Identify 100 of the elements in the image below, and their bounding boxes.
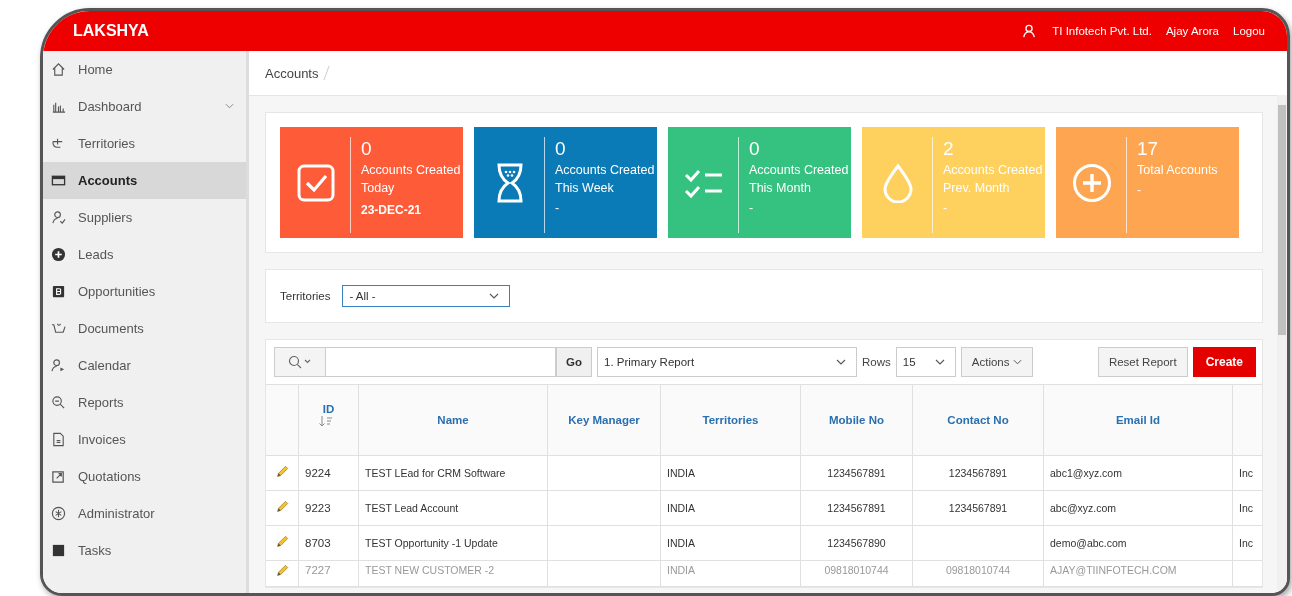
chevron-down-icon [489, 293, 500, 299]
pencil-icon[interactable] [275, 535, 289, 549]
stat-subtext: 23-DEC-21 [361, 202, 423, 219]
sidebar-item[interactable]: Documents [43, 310, 246, 347]
sidebar-item[interactable]: Accounts [43, 162, 246, 199]
stat-value: 0 [749, 137, 761, 161]
person-icon [51, 210, 66, 225]
search-icon [288, 355, 312, 369]
table-cell: INDIA [667, 502, 695, 514]
user-icon[interactable] [1022, 24, 1037, 38]
column-header[interactable]: Key Manager [547, 384, 661, 456]
stat-value: 2 [943, 137, 955, 161]
reset-report-button[interactable]: Reset Report [1097, 347, 1188, 377]
sidebar-item[interactable]: Suppliers [43, 199, 246, 236]
sidebar-item[interactable]: Calendar [43, 347, 246, 384]
table-cell: TEST Opportunity -1 Update [365, 537, 498, 549]
stat-value: 17 [1137, 137, 1160, 161]
column-header[interactable]: ID [298, 384, 359, 456]
chevron-down-icon [225, 103, 234, 109]
column-header[interactable]: Contact No [912, 384, 1044, 456]
sidebar-item[interactable]: Quotations [43, 458, 246, 495]
table-cell: 1234567890 [827, 537, 886, 549]
breadcrumb-link[interactable]: Accounts [265, 65, 319, 81]
stat-subtext: - [943, 200, 949, 217]
external-icon [51, 469, 66, 484]
stat-subtext: - [555, 200, 561, 217]
table-cell: INDIA [667, 467, 695, 479]
table-cell: 9224 [305, 467, 331, 479]
go-button[interactable]: Go [556, 347, 592, 377]
sidebar-item[interactable]: Territories [43, 125, 246, 162]
table-cell: TEST Lead Account [365, 502, 459, 514]
stat-value: 0 [555, 137, 567, 161]
rows-select[interactable]: 15 [895, 347, 956, 377]
stat-subtext: - [1137, 182, 1143, 199]
table-cell: AJAY@TIINFOTECH.COM [1050, 564, 1177, 576]
stat-label: Accounts Created Today [361, 162, 461, 197]
scrollbar[interactable] [1277, 95, 1287, 593]
actions-button[interactable]: Actions [960, 347, 1034, 377]
table-cell: INDIA [667, 564, 695, 576]
column-header[interactable]: Email Id [1043, 384, 1233, 456]
sidebar-item[interactable]: Tasks [43, 532, 246, 569]
rows-label: Rows [862, 356, 891, 368]
column-header[interactable]: Mobile No [800, 384, 913, 456]
plus-circle-icon [51, 247, 66, 262]
territories-select[interactable]: - All - [342, 285, 511, 307]
pencil-icon[interactable] [275, 564, 289, 578]
filter-label: Territories [280, 290, 331, 302]
chevron-down-icon [1013, 359, 1023, 365]
sidebar-item[interactable]: Home [43, 51, 246, 88]
report-select[interactable]: 1. Primary Report [597, 347, 857, 377]
table-cell: 9223 [305, 502, 331, 514]
sidebar-item[interactable]: Leads [43, 236, 246, 273]
zoom-icon [51, 395, 66, 410]
user-name-link[interactable]: Ajay Arora [1165, 25, 1219, 37]
stat-subtext: - [749, 200, 755, 217]
logout-link[interactable]: Logou [1233, 25, 1265, 37]
square-icon [51, 543, 66, 558]
table-cell: 7227 [305, 564, 331, 576]
column-header[interactable]: Name [358, 384, 548, 456]
table-cell: 1234567891 [827, 502, 886, 514]
cart-icon [51, 321, 66, 336]
person-play-icon [51, 358, 66, 373]
table-cell: INDIA [667, 537, 695, 549]
stat-card[interactable]: 0 Accounts Created This Week - [474, 127, 657, 238]
check-icon [296, 163, 336, 203]
table-cell: 1234567891 [827, 467, 886, 479]
table-cell: demo@abc.com [1050, 537, 1127, 549]
table-cell: abc@xyz.com [1050, 502, 1117, 514]
sidebar-item[interactable]: Reports [43, 384, 246, 421]
asterisk-icon [51, 506, 66, 521]
search-field[interactable] [326, 347, 556, 377]
sidebar-item[interactable]: Opportunities [43, 273, 246, 310]
table-cell: Inc [1239, 467, 1253, 479]
file-icon [51, 432, 66, 447]
sidebar-item[interactable]: Dashboard [43, 88, 246, 125]
table-cell: 8703 [305, 537, 331, 549]
stat-label: Total Accounts [1137, 162, 1219, 179]
sort-descending-icon [319, 415, 333, 427]
table-cell: abc1@xyz.com [1050, 467, 1122, 479]
company-name: TI Infotech Pvt. Ltd. [1052, 25, 1152, 37]
chevron-down-icon [934, 359, 945, 365]
search-options-button[interactable] [274, 347, 326, 377]
table-cell: TEST NEW CUSTOMER -2 [365, 564, 495, 576]
sidebar-item[interactable]: Administrator [43, 495, 246, 532]
home-icon [51, 62, 66, 77]
pencil-icon[interactable] [275, 465, 289, 479]
stat-label: Accounts Created This Week [555, 162, 655, 197]
plus-icon [1072, 163, 1112, 203]
create-button[interactable]: Create [1192, 347, 1256, 377]
app-logo: LAKSHYA [73, 22, 149, 40]
table-cell: TEST LEad for CRM Software [365, 467, 506, 479]
table-cell: Inc [1239, 502, 1253, 514]
table-cell: Inc [1239, 537, 1253, 549]
pencil-icon[interactable] [275, 500, 289, 514]
stat-label: Accounts Created Prev. Month [943, 162, 1043, 197]
chevron-down-icon [836, 359, 846, 365]
table-cell: 09818010744 [945, 564, 1011, 576]
table-cell: 1234567891 [948, 502, 1008, 514]
sidebar-item[interactable]: Invoices [43, 421, 246, 458]
column-header[interactable]: Territories [660, 384, 801, 456]
